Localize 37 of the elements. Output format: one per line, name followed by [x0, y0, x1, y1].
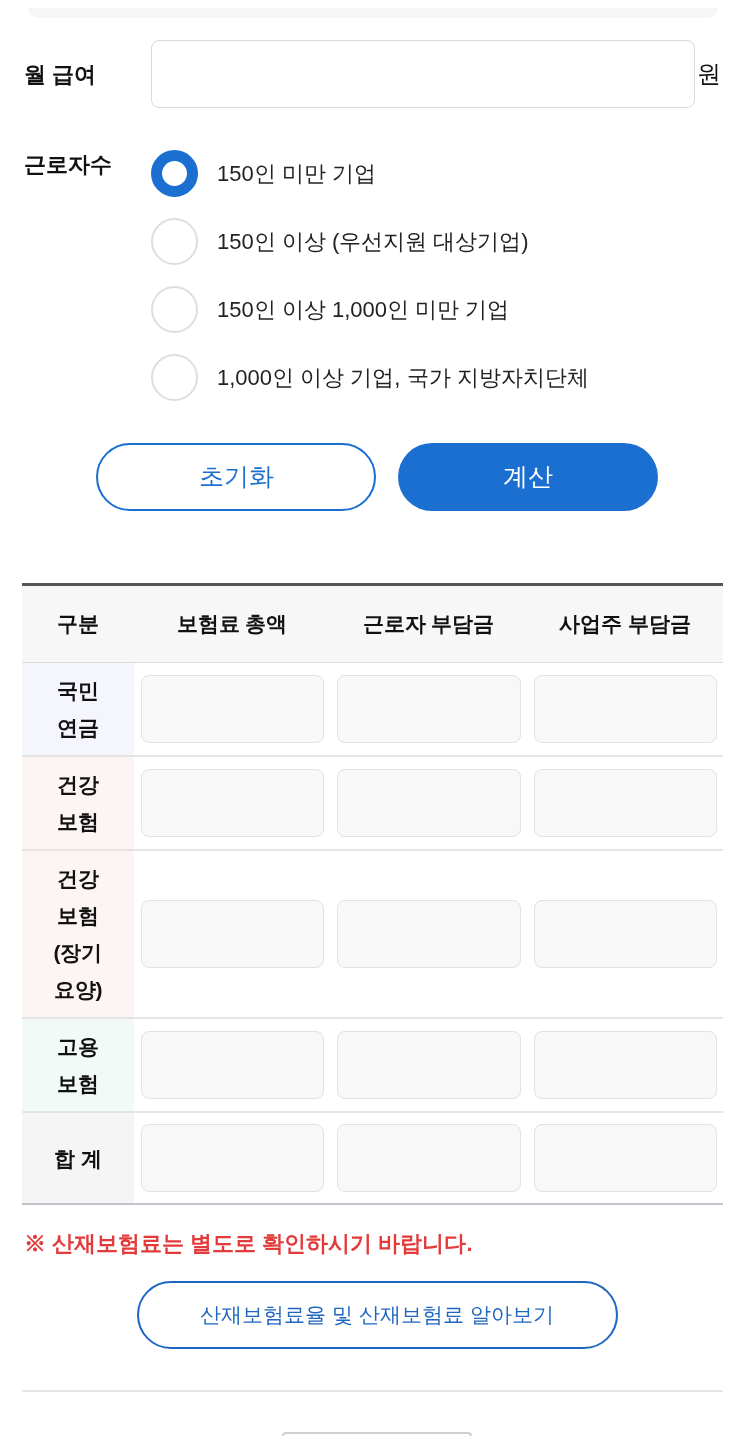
employees-label: 근로자수	[24, 151, 113, 179]
salary-label: 월 급여	[24, 60, 98, 89]
row-header: 합 계	[22, 1113, 134, 1203]
row-header: 고용 보험	[22, 1019, 134, 1111]
radio-option[interactable]: 150인 이상 1,000인 미만 기업	[151, 286, 589, 333]
result-field[interactable]	[534, 675, 717, 743]
result-field[interactable]	[337, 769, 521, 837]
result-field[interactable]	[337, 1124, 521, 1192]
result-field[interactable]	[534, 1124, 717, 1192]
radio-option[interactable]: 150인 미만 기업	[151, 150, 589, 197]
result-field[interactable]	[141, 675, 324, 743]
result-field[interactable]	[141, 769, 324, 837]
column-header: 사업주 부담금	[558, 611, 692, 638]
radio-option[interactable]: 1,000인 이상 기업, 국가 지방자치단체	[151, 354, 589, 401]
result-field[interactable]	[141, 1031, 324, 1099]
radio-option[interactable]: 150인 이상 (우선지원 대상기업)	[151, 218, 589, 265]
column-header: 보험료 총액	[175, 611, 289, 638]
column-header: 근로자 부담금	[361, 611, 496, 638]
rate-info-button[interactable]: 산재보험료율 및 산재보험료 알아보기	[136, 1281, 618, 1349]
salary-input[interactable]	[151, 40, 695, 108]
reset-button[interactable]: 초기화	[96, 443, 376, 511]
result-field[interactable]	[337, 900, 521, 968]
radio-icon[interactable]	[151, 150, 198, 197]
column-header: 구분	[56, 611, 100, 638]
result-field[interactable]	[534, 900, 717, 968]
result-field[interactable]	[534, 1031, 717, 1099]
calculate-button[interactable]: 계산	[398, 443, 658, 511]
row-header: 국민 연금	[22, 663, 134, 755]
result-field[interactable]	[534, 769, 717, 837]
row-header: 건강 보험	[22, 757, 134, 849]
result-field[interactable]	[337, 675, 521, 743]
result-field[interactable]	[141, 1124, 324, 1192]
currency-unit: 원	[697, 59, 721, 89]
result-field[interactable]	[141, 900, 324, 968]
notice-text: ※ 산재보험료는 별도로 확인하시기 바랍니다.	[24, 1230, 473, 1258]
row-header: 건강 보험 (장기 요양)	[22, 851, 134, 1017]
result-field[interactable]	[337, 1031, 521, 1099]
